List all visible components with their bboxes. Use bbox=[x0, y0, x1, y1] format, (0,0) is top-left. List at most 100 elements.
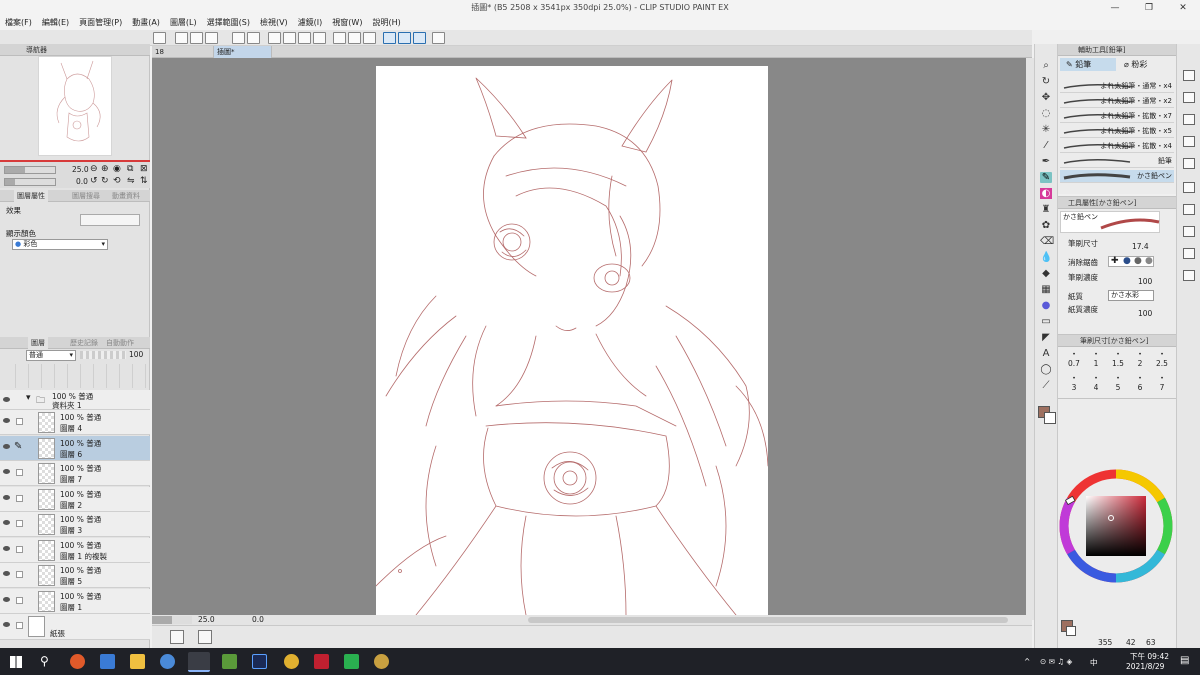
tab-layer-property[interactable]: 圖層屬性 bbox=[14, 190, 48, 202]
brush-item[interactable]: かさ鉛ペン bbox=[1060, 170, 1174, 183]
panel-icon-9[interactable] bbox=[1183, 248, 1195, 259]
snap-grid-icon[interactable] bbox=[413, 32, 426, 44]
zoom-in-icon[interactable]: ⊕ bbox=[101, 164, 109, 174]
close-button[interactable]: ✕ bbox=[1166, 0, 1200, 16]
panel-icon-1[interactable] bbox=[1183, 70, 1195, 81]
layer-lock-checkbox[interactable] bbox=[16, 622, 23, 629]
rotate-tool-icon[interactable]: ↻ bbox=[1040, 76, 1052, 87]
toggle-panels-icon[interactable] bbox=[170, 630, 184, 644]
fit-window-icon[interactable]: ⊠ bbox=[140, 164, 148, 174]
navigator-zoom-slider[interactable] bbox=[4, 166, 56, 174]
minecraft-icon[interactable] bbox=[222, 654, 237, 669]
brush-item[interactable]: よれ太鉛筆・拡散・x4 bbox=[1060, 140, 1174, 153]
snap-ruler-icon[interactable] bbox=[383, 32, 396, 44]
magic-wand-icon[interactable]: ✳ bbox=[1040, 124, 1052, 135]
blend-tool-icon[interactable]: 💧 bbox=[1040, 252, 1052, 263]
airbrush-icon[interactable]: ♜ bbox=[1040, 204, 1052, 215]
rotate-right-icon[interactable]: ↻ bbox=[101, 176, 109, 186]
save-icon[interactable] bbox=[205, 32, 218, 44]
menu-help[interactable]: 說明(H) bbox=[367, 16, 405, 30]
balloon-tool-icon[interactable]: ◯ bbox=[1040, 364, 1052, 375]
layer-paper[interactable]: 紙張 bbox=[0, 614, 150, 640]
layer-row[interactable]: 100 % 普通 圖層 2 bbox=[0, 486, 150, 512]
vertical-scrollbar[interactable] bbox=[1026, 58, 1034, 620]
status-sub-color[interactable] bbox=[1066, 626, 1076, 636]
menu-filter[interactable]: 濾鏡(I) bbox=[293, 16, 328, 30]
layer-row[interactable]: 100 % 普通 圖層 1 的複製 bbox=[0, 537, 150, 563]
horizontal-scroll-thumb[interactable] bbox=[528, 617, 1008, 623]
app-icon-9[interactable] bbox=[314, 654, 329, 669]
search-icon[interactable]: ⚲ bbox=[40, 654, 49, 668]
effect-buttons[interactable] bbox=[80, 214, 140, 226]
fit-icon[interactable]: ◉ bbox=[113, 164, 121, 174]
clock-date[interactable]: 2021/8/29 bbox=[1126, 662, 1164, 671]
gradient-tool-icon[interactable]: ▦ bbox=[1040, 284, 1052, 295]
brush-item[interactable]: よれ太鉛筆・通常・x4 bbox=[1060, 80, 1174, 93]
clear-outside-icon[interactable] bbox=[283, 32, 296, 44]
fill-tool-icon[interactable]: ◆ bbox=[1040, 268, 1052, 279]
menu-layer[interactable]: 圖層(L) bbox=[165, 16, 202, 30]
deselect-icon[interactable] bbox=[333, 32, 346, 44]
brush-size-preset[interactable]: • 2.5 bbox=[1152, 351, 1172, 368]
antialias-selector[interactable]: ✚ ● ● ● bbox=[1108, 256, 1154, 267]
tab-pencil[interactable]: ✎ 鉛筆 bbox=[1060, 58, 1116, 71]
tab-canvas-illustration[interactable]: 插圖* bbox=[214, 46, 272, 58]
brush-size-preset[interactable]: • 5 bbox=[1108, 375, 1128, 392]
help-icon[interactable] bbox=[432, 32, 445, 44]
ruler-tool-icon[interactable]: ◤ bbox=[1040, 332, 1052, 343]
windows-start-icon[interactable] bbox=[10, 656, 22, 668]
eye-icon[interactable] bbox=[3, 418, 10, 423]
chrome-icon[interactable] bbox=[284, 654, 299, 669]
tab-animation-data[interactable]: 動畫資料 bbox=[112, 190, 140, 202]
antialias-none-icon[interactable]: ✚ bbox=[1111, 256, 1119, 266]
clip-studio-icon[interactable] bbox=[153, 32, 166, 44]
undo-icon[interactable] bbox=[232, 32, 245, 44]
paper-texture-select[interactable]: かさ水彩 bbox=[1108, 290, 1154, 301]
eye-icon[interactable] bbox=[3, 571, 10, 576]
brush-item[interactable]: よれ太鉛筆・拡散・x7 bbox=[1060, 110, 1174, 123]
eye-icon[interactable] bbox=[3, 494, 10, 500]
correct-line-icon[interactable]: ⟋ bbox=[1040, 380, 1052, 391]
clip-studio-taskbar-icon[interactable] bbox=[188, 652, 210, 672]
layer-row[interactable]: 100 % 普通 圖層 3 bbox=[0, 512, 150, 537]
lasso-tool-icon[interactable]: ◌ bbox=[1040, 108, 1052, 119]
app-icon-1[interactable] bbox=[70, 654, 85, 669]
eye-icon[interactable] bbox=[3, 545, 10, 551]
menu-file[interactable]: 檔案(F) bbox=[0, 16, 37, 30]
panel-icon-5[interactable] bbox=[1183, 158, 1195, 169]
menu-view[interactable]: 檢視(V) bbox=[255, 16, 293, 30]
file-explorer-icon[interactable] bbox=[130, 654, 145, 669]
menu-window[interactable]: 視窗(W) bbox=[327, 16, 367, 30]
navigator-thumbnail[interactable] bbox=[38, 56, 112, 156]
brush-size-preset[interactable]: • 6 bbox=[1130, 375, 1150, 392]
frame-tool-icon[interactable]: ▭ bbox=[1040, 316, 1052, 327]
eye-icon[interactable] bbox=[3, 397, 10, 402]
pen-tool-icon[interactable]: ✒ bbox=[1040, 156, 1052, 167]
ime-indicator[interactable]: 中 bbox=[1090, 657, 1098, 668]
menu-select[interactable]: 選擇範圍(S) bbox=[202, 16, 255, 30]
tray-chevron-icon[interactable]: ^ bbox=[1024, 657, 1030, 666]
eye-icon[interactable] bbox=[3, 622, 10, 627]
antialias-medium-icon[interactable]: ● bbox=[1134, 256, 1142, 266]
antialias-strong-icon[interactable]: ● bbox=[1145, 256, 1153, 266]
open-file-icon[interactable] bbox=[190, 32, 203, 44]
layer-lock-checkbox[interactable] bbox=[16, 494, 23, 502]
notification-icon[interactable]: ▤ bbox=[1180, 655, 1189, 666]
opacity-slider[interactable] bbox=[80, 351, 126, 359]
layer-row[interactable]: 100 % 普通 圖層 1 bbox=[0, 588, 150, 614]
layer-lock-checkbox[interactable] bbox=[16, 469, 23, 476]
tab-pastel[interactable]: ⌀ 粉彩 bbox=[1118, 58, 1174, 71]
menu-animation[interactable]: 動畫(A) bbox=[127, 16, 165, 30]
flip-horizontal-icon[interactable]: ⇋ bbox=[127, 176, 135, 186]
reset-rotation-icon[interactable]: ⟲ bbox=[113, 176, 121, 186]
redo-icon[interactable] bbox=[247, 32, 260, 44]
eye-icon[interactable] bbox=[3, 520, 10, 525]
menu-page[interactable]: 頁面管理(P) bbox=[74, 16, 127, 30]
brush-size-preset[interactable]: • 7 bbox=[1152, 375, 1172, 392]
transform-icon[interactable] bbox=[313, 32, 326, 44]
canvas-paper[interactable] bbox=[375, 66, 769, 616]
menu-edit[interactable]: 編輯(E) bbox=[37, 16, 74, 30]
brush-size-preset[interactable]: • 3 bbox=[1064, 375, 1084, 392]
zoom-tool-icon[interactable]: ⌕ bbox=[1040, 60, 1052, 71]
layer-row[interactable]: 100 % 普通 圖層 4 bbox=[0, 410, 150, 435]
